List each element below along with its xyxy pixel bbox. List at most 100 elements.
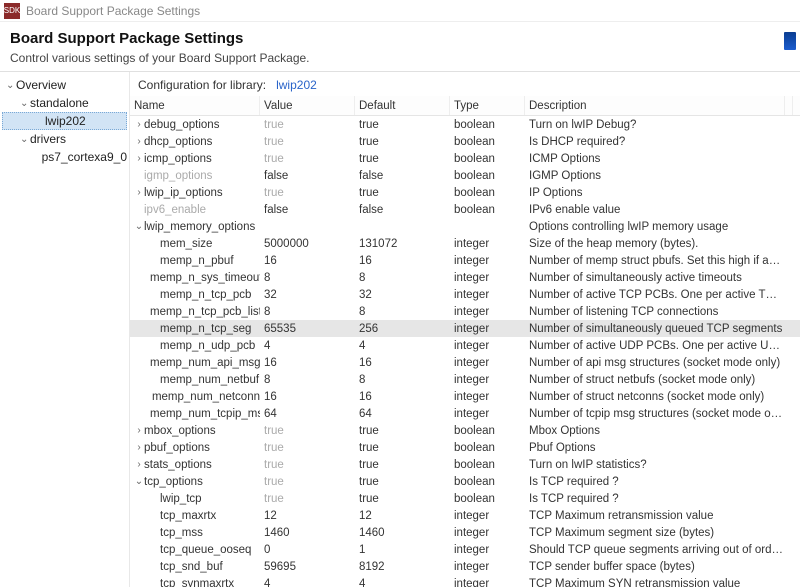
table-header[interactable]: Name Value Default Type Description: [130, 96, 800, 116]
name-cell[interactable]: tcp_maxrtx: [130, 510, 260, 522]
name-cell[interactable]: ⌄tcp_options: [130, 476, 260, 488]
chevron-down-icon[interactable]: ⌄: [134, 221, 144, 232]
col-type[interactable]: Type: [450, 96, 525, 115]
chevron-right-icon[interactable]: ›: [134, 136, 144, 147]
name-cell[interactable]: memp_n_tcp_pcb: [130, 289, 260, 301]
table-row[interactable]: ›stats_optionstruetruebooleanTurn on lwI…: [130, 456, 800, 473]
chevron-right-icon[interactable]: ›: [134, 425, 144, 436]
table-row[interactable]: memp_num_api_msg1616integerNumber of api…: [130, 354, 800, 371]
value-cell[interactable]: true: [260, 187, 355, 199]
nav-tree[interactable]: ⌄Overview⌄standalonelwip202⌄driversps7_c…: [0, 72, 130, 587]
name-cell[interactable]: memp_n_tcp_seg: [130, 323, 260, 335]
value-cell[interactable]: 8: [260, 272, 355, 284]
name-cell[interactable]: tcp_snd_buf: [130, 561, 260, 573]
value-cell[interactable]: 32: [260, 289, 355, 301]
value-cell[interactable]: 5000000: [260, 238, 355, 250]
name-cell[interactable]: memp_num_netconn: [130, 391, 260, 403]
table-row[interactable]: ›pbuf_optionstruetruebooleanPbuf Options: [130, 439, 800, 456]
expand-icon[interactable]: ⌄: [20, 98, 30, 109]
value-cell[interactable]: 64: [260, 408, 355, 420]
name-cell[interactable]: memp_n_pbuf: [130, 255, 260, 267]
name-cell[interactable]: memp_num_tcpip_msg: [130, 408, 260, 420]
name-cell[interactable]: memp_num_api_msg: [130, 357, 260, 369]
value-cell[interactable]: 12: [260, 510, 355, 522]
name-cell[interactable]: ›dhcp_options: [130, 136, 260, 148]
value-cell[interactable]: 4: [260, 578, 355, 588]
name-cell[interactable]: ›icmp_options: [130, 153, 260, 165]
table-row[interactable]: memp_num_netbuf88integerNumber of struct…: [130, 371, 800, 388]
table-row[interactable]: memp_num_netconn1616integerNumber of str…: [130, 388, 800, 405]
col-name[interactable]: Name: [130, 96, 260, 115]
name-cell[interactable]: ›mbox_options: [130, 425, 260, 437]
name-cell[interactable]: memp_n_udp_pcb: [130, 340, 260, 352]
expand-icon[interactable]: ⌄: [20, 134, 30, 145]
value-cell[interactable]: 8: [260, 306, 355, 318]
value-cell[interactable]: true: [260, 136, 355, 148]
name-cell[interactable]: memp_n_sys_timeout: [130, 272, 260, 284]
tree-item-lwip202[interactable]: lwip202: [2, 112, 127, 130]
expand-icon[interactable]: ⌄: [6, 80, 16, 91]
value-cell[interactable]: 65535: [260, 323, 355, 335]
name-cell[interactable]: ipv6_enable: [130, 204, 260, 216]
tree-item-ps7_cortexa9_0[interactable]: ps7_cortexa9_0: [2, 148, 127, 166]
table-row[interactable]: tcp_synmaxrtx44integerTCP Maximum SYN re…: [130, 575, 800, 587]
value-cell[interactable]: 16: [260, 391, 355, 403]
value-cell[interactable]: 0: [260, 544, 355, 556]
chevron-right-icon[interactable]: ›: [134, 119, 144, 130]
name-cell[interactable]: ⌄lwip_memory_options: [130, 221, 260, 233]
col-value[interactable]: Value: [260, 96, 355, 115]
value-cell[interactable]: true: [260, 442, 355, 454]
value-cell[interactable]: false: [260, 204, 355, 216]
value-cell[interactable]: true: [260, 493, 355, 505]
table-row[interactable]: ›dhcp_optionstruetruebooleanIs DHCP requ…: [130, 133, 800, 150]
value-cell[interactable]: false: [260, 170, 355, 182]
value-cell[interactable]: 16: [260, 255, 355, 267]
table-row[interactable]: tcp_maxrtx1212integerTCP Maximum retrans…: [130, 507, 800, 524]
chevron-right-icon[interactable]: ›: [134, 187, 144, 198]
table-row[interactable]: tcp_mss14601460integerTCP Maximum segmen…: [130, 524, 800, 541]
name-cell[interactable]: lwip_tcp: [130, 493, 260, 505]
table-row[interactable]: ⌄tcp_optionstruetruebooleanIs TCP requir…: [130, 473, 800, 490]
table-row[interactable]: ›mbox_optionstruetruebooleanMbox Options: [130, 422, 800, 439]
table-row[interactable]: ⌄lwip_memory_optionsOptions controlling …: [130, 218, 800, 235]
name-cell[interactable]: ›pbuf_options: [130, 442, 260, 454]
table-row[interactable]: mem_size5000000131072integerSize of the …: [130, 235, 800, 252]
name-cell[interactable]: igmp_options: [130, 170, 260, 182]
tree-item-standalone[interactable]: ⌄standalone: [2, 94, 127, 112]
table-row[interactable]: memp_n_sys_timeout88integerNumber of sim…: [130, 269, 800, 286]
value-cell[interactable]: true: [260, 425, 355, 437]
value-cell[interactable]: 16: [260, 357, 355, 369]
config-library-name[interactable]: lwip202: [276, 78, 317, 92]
col-default[interactable]: Default: [355, 96, 450, 115]
table-row[interactable]: igmp_optionsfalsefalsebooleanIGMP Option…: [130, 167, 800, 184]
chevron-right-icon[interactable]: ›: [134, 153, 144, 164]
chevron-right-icon[interactable]: ›: [134, 459, 144, 470]
name-cell[interactable]: ›debug_options: [130, 119, 260, 131]
table-row[interactable]: memp_num_tcpip_msg6464integerNumber of t…: [130, 405, 800, 422]
table-row[interactable]: memp_n_tcp_seg65535256integerNumber of s…: [130, 320, 800, 337]
table-row[interactable]: memp_n_tcp_pcb_listen88integerNumber of …: [130, 303, 800, 320]
table-row[interactable]: tcp_snd_buf596958192integerTCP sender bu…: [130, 558, 800, 575]
name-cell[interactable]: memp_n_tcp_pcb_listen: [130, 306, 260, 318]
name-cell[interactable]: tcp_queue_ooseq: [130, 544, 260, 556]
chevron-right-icon[interactable]: ›: [134, 442, 144, 453]
value-cell[interactable]: 59695: [260, 561, 355, 573]
name-cell[interactable]: tcp_synmaxrtx: [130, 578, 260, 588]
value-cell[interactable]: 1460: [260, 527, 355, 539]
value-cell[interactable]: true: [260, 119, 355, 131]
name-cell[interactable]: memp_num_netbuf: [130, 374, 260, 386]
value-cell[interactable]: true: [260, 153, 355, 165]
tree-item-overview[interactable]: ⌄Overview: [2, 76, 127, 94]
name-cell[interactable]: ›stats_options: [130, 459, 260, 471]
name-cell[interactable]: ›lwip_ip_options: [130, 187, 260, 199]
table-row[interactable]: lwip_tcptruetruebooleanIs TCP required ?: [130, 490, 800, 507]
value-cell[interactable]: 4: [260, 340, 355, 352]
name-cell[interactable]: mem_size: [130, 238, 260, 250]
chevron-down-icon[interactable]: ⌄: [134, 476, 144, 487]
name-cell[interactable]: tcp_mss: [130, 527, 260, 539]
tree-item-drivers[interactable]: ⌄drivers: [2, 130, 127, 148]
table-row[interactable]: memp_n_pbuf1616integerNumber of memp str…: [130, 252, 800, 269]
value-cell[interactable]: 8: [260, 374, 355, 386]
table-row[interactable]: ›icmp_optionstruetruebooleanICMP Options: [130, 150, 800, 167]
table-row[interactable]: ›debug_optionstruetruebooleanTurn on lwI…: [130, 116, 800, 133]
